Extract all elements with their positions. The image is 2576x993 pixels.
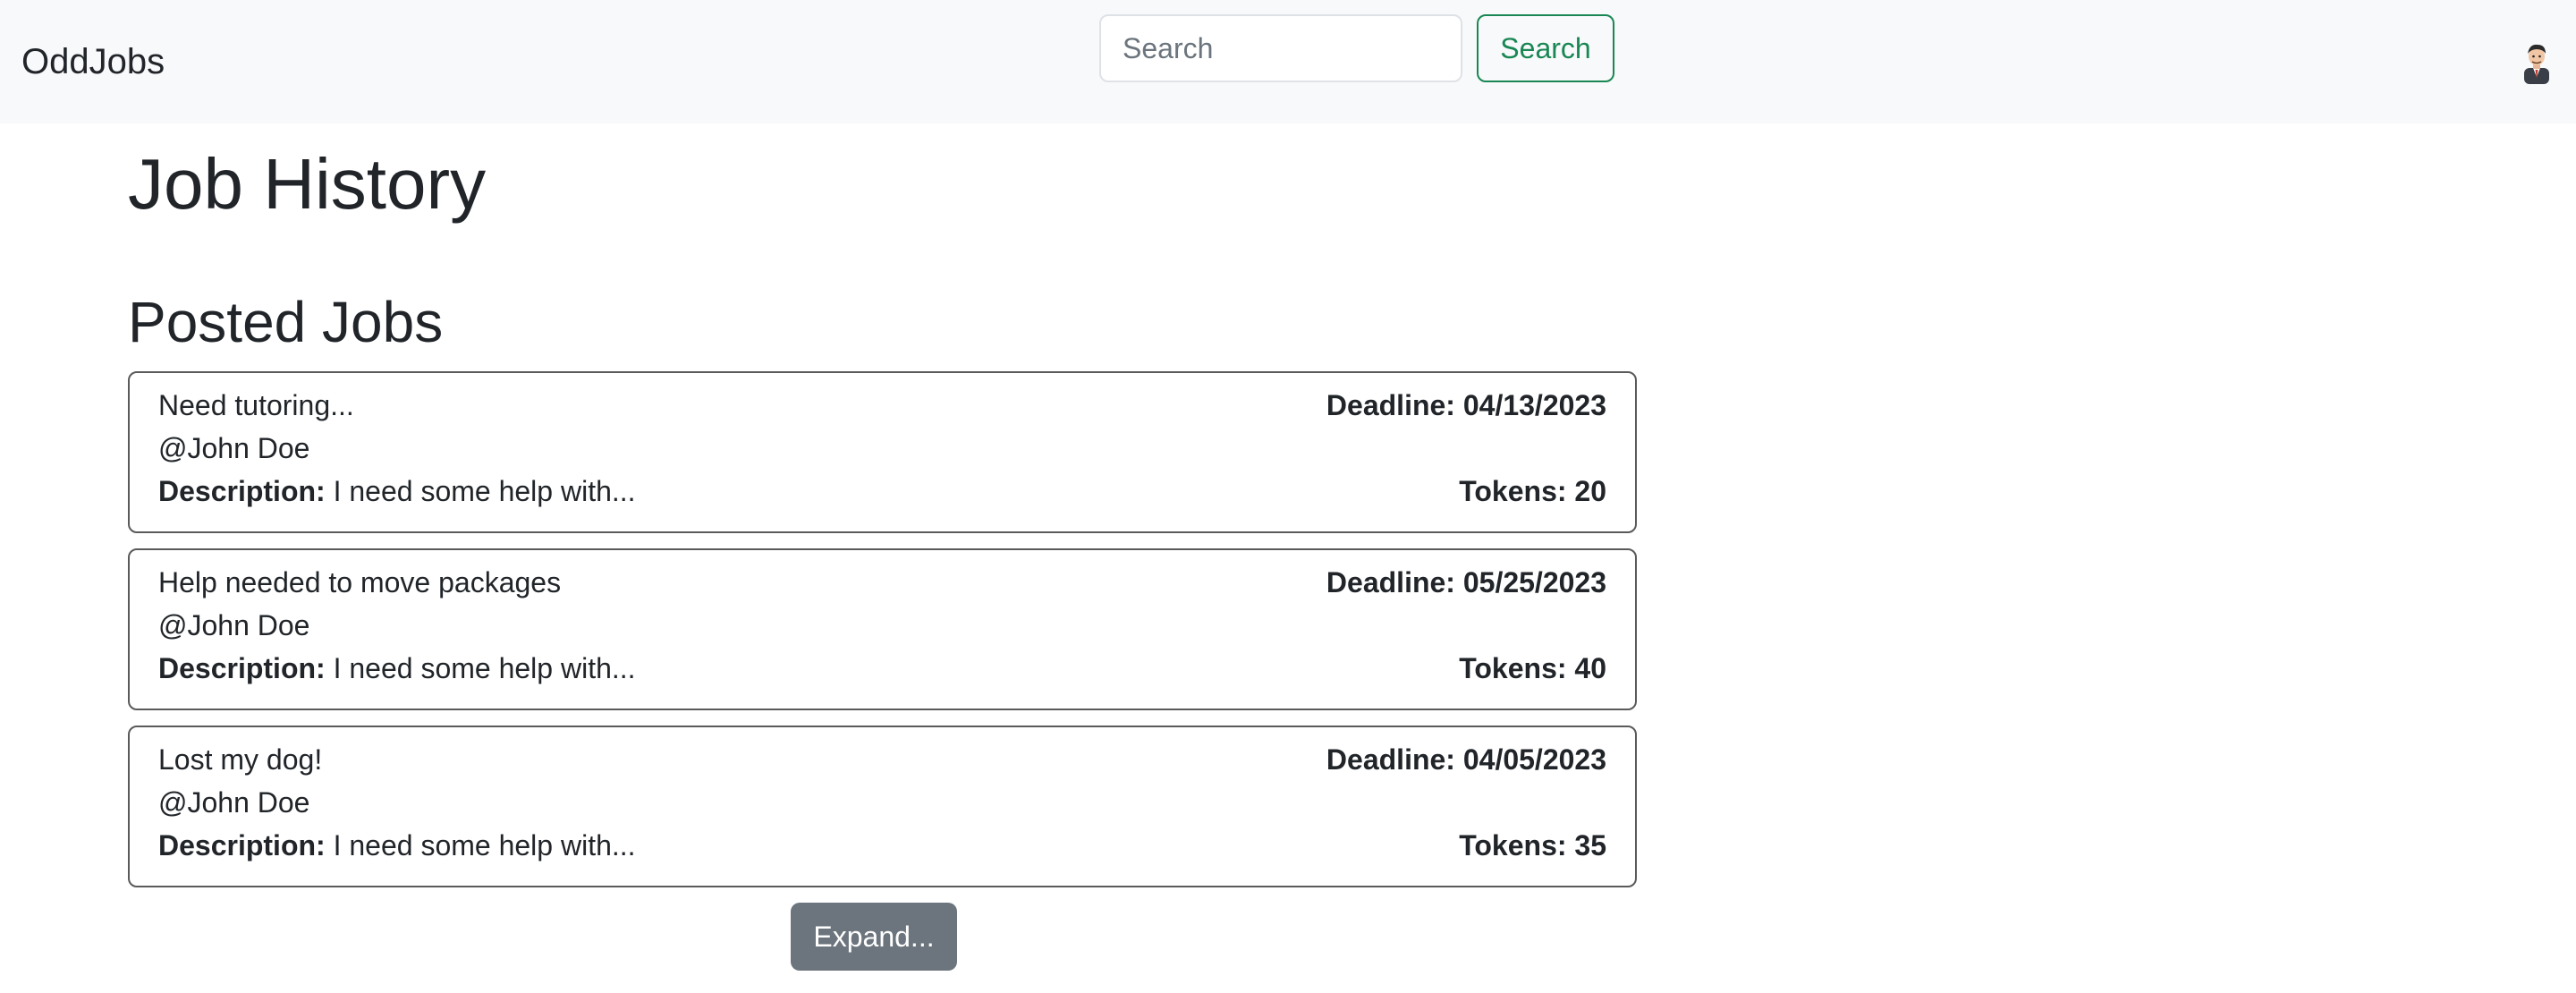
job-card[interactable]: Lost my dog! @John Doe Description: I ne… [128,726,1637,887]
job-deadline: Deadline: 04/05/2023 [1326,743,1606,776]
description-label: Description: [158,829,326,861]
description-label: Description: [158,475,326,507]
expand-button[interactable]: Expand... [791,903,957,971]
top-navbar: OddJobs Search [0,0,2576,123]
description-text: I need some help with... [325,829,636,861]
job-description: Description: I need some help with... [158,473,636,509]
job-card[interactable]: Need tutoring... @John Doe Description: … [128,371,1637,533]
brand-link[interactable]: OddJobs [21,39,165,84]
job-user: @John Doe [158,609,310,641]
job-user: @John Doe [158,786,310,819]
description-label: Description: [158,652,326,684]
job-description: Description: I need some help with... [158,828,636,863]
search-input[interactable] [1099,14,1462,82]
job-title: Lost my dog! [158,743,323,776]
job-user: @John Doe [158,432,310,464]
description-text: I need some help with... [325,652,636,684]
job-tokens: Tokens: 35 [1459,829,1606,861]
search-button[interactable]: Search [1477,14,1614,82]
job-card[interactable]: Help needed to move packages @John Doe D… [128,548,1637,710]
job-description: Description: I need some help with... [158,650,636,686]
section-title-posted-jobs: Posted Jobs [128,290,444,354]
description-text: I need some help with... [325,475,636,507]
page-title: Job History [128,144,487,224]
job-title: Help needed to move packages [158,566,562,598]
job-tokens: Tokens: 40 [1459,652,1606,684]
user-avatar-icon[interactable] [2519,41,2555,84]
job-title: Need tutoring... [158,389,354,421]
job-tokens: Tokens: 20 [1459,475,1606,507]
job-deadline: Deadline: 05/25/2023 [1326,566,1606,598]
job-deadline: Deadline: 04/13/2023 [1326,389,1606,421]
